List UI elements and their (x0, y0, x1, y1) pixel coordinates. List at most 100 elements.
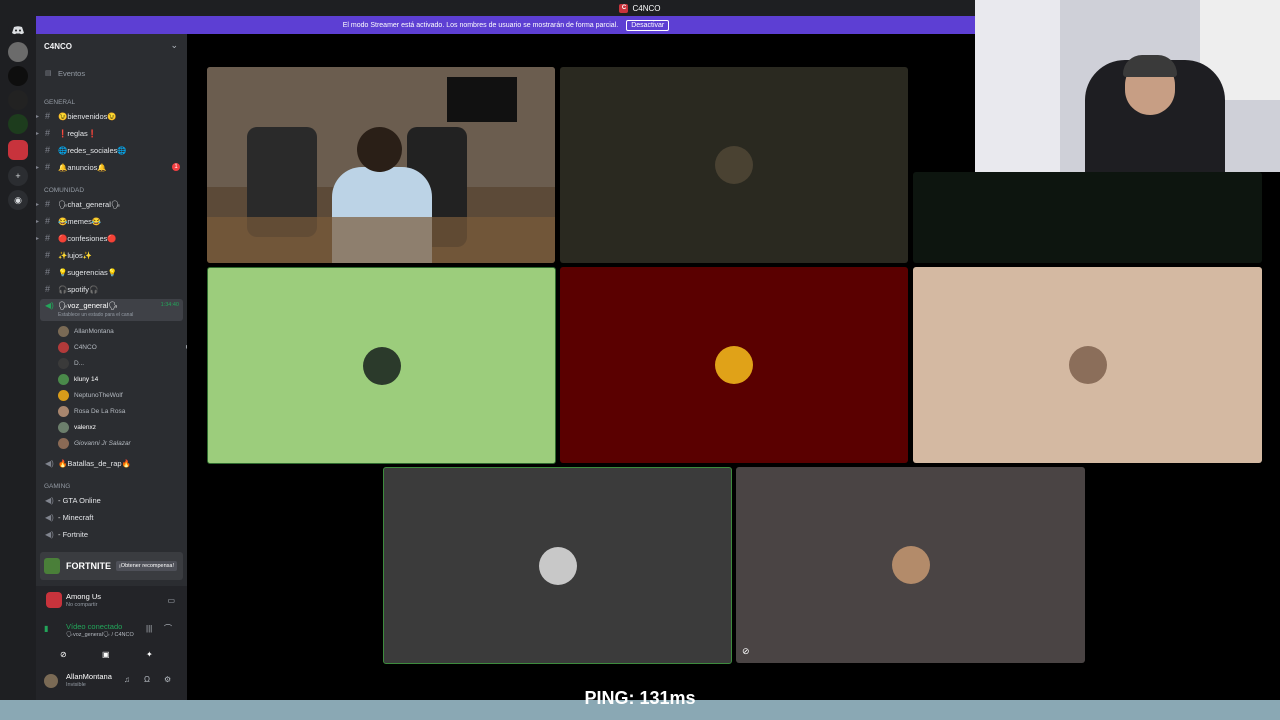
avatar (538, 546, 577, 585)
server-icon[interactable] (8, 90, 28, 110)
claim-reward-button[interactable]: ¡Obtener recompensa! (115, 561, 177, 571)
streamer-webcam-overlay (975, 0, 1280, 172)
screen-share-icon[interactable]: ▣ (102, 650, 110, 659)
activities-icon[interactable]: ✦ (146, 650, 153, 659)
events-item[interactable]: ▤ Eventos (36, 66, 187, 80)
channel-label: 🌐redes_sociales🌐 (58, 145, 127, 155)
channel-item[interactable]: ▸ # 😂memes😂 (36, 214, 187, 228)
avatar (58, 341, 69, 353)
voice-user[interactable]: NeptunoTheWolf (58, 388, 178, 402)
channel-item[interactable]: # 💡sugerencias💡 (36, 265, 187, 279)
headphones-icon[interactable]: Ω (144, 675, 150, 684)
video-tile-camera[interactable] (207, 67, 555, 263)
channel-item[interactable]: # 🎧spotify🎧 (36, 282, 187, 296)
category-label: GENERAL (44, 98, 76, 106)
noise-suppression-icon[interactable]: ||| (146, 624, 152, 633)
voice-channel[interactable]: ◀) - GTA Online (36, 493, 187, 507)
streamer-mode-text: El modo Streamer está activado. Los nomb… (342, 21, 619, 29)
gear-icon[interactable]: ⚙ (164, 675, 171, 684)
voice-user-name: C4NCO (74, 343, 97, 351)
promo-title: FORTNITE (66, 561, 111, 571)
voice-user[interactable]: D... (58, 356, 178, 370)
voice-channel[interactable]: ◀) 🔥Batallas_de_rap🔥 (36, 456, 187, 470)
category-comunidad[interactable]: COMUNIDAD (36, 183, 187, 197)
channel-item[interactable]: ▸ # ❗reglas❗ (36, 126, 187, 140)
avatar[interactable] (44, 674, 58, 688)
signal-icon[interactable]: ▮ (44, 624, 48, 633)
hashtag-icon: # (45, 216, 51, 226)
person-head (357, 127, 402, 172)
server-icon[interactable] (8, 42, 28, 62)
hashtag-icon: # (45, 199, 51, 209)
ping-overlay: PING: 131ms (584, 688, 696, 708)
video-tile-speaking[interactable] (207, 267, 556, 464)
voice-channel-label: 🗣voz_general🗣 (58, 301, 118, 310)
server-rail: + ◉ (0, 16, 36, 700)
microphone-icon[interactable]: ♫ (124, 675, 130, 684)
add-server-icon[interactable]: + (8, 166, 28, 186)
channel-label: 💡sugerencias💡 (58, 267, 118, 277)
voice-user[interactable]: Rosa De La Rosa (58, 404, 178, 418)
channel-label: 🔴confesiones🔴 (58, 233, 117, 243)
voice-user-name: D... (74, 359, 85, 367)
video-tile[interactable] (913, 267, 1262, 463)
category-label: GAMING (44, 482, 71, 490)
channel-item[interactable]: ▸ # 🗣chat_general🗣 (36, 197, 187, 211)
chevron-right-icon: ▸ (36, 164, 40, 171)
category-label: COMUNIDAD (44, 186, 85, 194)
events-label: Eventos (58, 68, 86, 78)
discord-home-icon[interactable] (8, 20, 28, 40)
video-tile[interactable] (913, 172, 1262, 263)
server-icon-active[interactable] (8, 140, 28, 160)
chevron-right-icon: ▸ (36, 218, 40, 225)
voice-user[interactable]: valenxz (58, 420, 178, 434)
disable-streamer-mode-button[interactable]: Desactivar (626, 19, 670, 31)
server-icon[interactable] (8, 114, 28, 134)
voice-status-title: Vídeo conectado (66, 622, 123, 631)
activity-game: Among Us (66, 592, 102, 601)
category-general[interactable]: GENERAL (36, 95, 187, 109)
set-channel-status[interactable]: Establece un estado para el canal (58, 312, 133, 318)
hashtag-icon: # (45, 233, 51, 243)
channel-item[interactable]: # 🌐redes_sociales🌐 (36, 143, 187, 157)
window-title: C4NCO (632, 3, 661, 13)
channel-item[interactable]: # ✨lujos✨ (36, 248, 187, 262)
video-tile[interactable]: ⊘ (736, 467, 1085, 663)
channel-label: ✨lujos✨ (58, 250, 93, 260)
server-name[interactable]: C4NCO (44, 42, 72, 51)
channel-item[interactable]: ▸ # 🔔anuncios🔔 1 (36, 160, 187, 174)
disconnect-icon[interactable]: ⌒ (164, 623, 172, 634)
camera-icon: ■ (186, 344, 187, 351)
channel-item[interactable]: ▸ # 😉bienvenidos😉 (36, 109, 187, 123)
voice-channel[interactable]: ◀) - Minecraft (36, 510, 187, 524)
speaker-icon: ◀) (45, 529, 54, 539)
avatar (58, 405, 69, 417)
video-tile[interactable] (560, 67, 908, 263)
video-tile[interactable] (560, 267, 908, 463)
screen-share-icon[interactable]: ▭ (167, 596, 175, 605)
voice-user[interactable]: C4NCO ■ (58, 340, 187, 354)
video-tile-speaking[interactable] (383, 467, 732, 664)
hashtag-icon: # (45, 162, 51, 172)
voice-user[interactable]: kluny 14 (58, 372, 178, 386)
explore-icon[interactable]: ◉ (8, 190, 28, 210)
avatar (715, 146, 753, 184)
camera-off-icon[interactable]: ⊘ (60, 650, 67, 659)
streamer-mode-banner: El modo Streamer está activado. Los nomb… (36, 16, 976, 34)
avatar (58, 389, 69, 401)
channel-item[interactable]: ▸ # 🔴confesiones🔴 (36, 231, 187, 245)
voice-channel-active[interactable]: ◀) 🗣voz_general🗣 1:34:40 Establece un es… (40, 299, 183, 321)
voice-user[interactable]: Giovanni Jr Salazar (58, 436, 178, 450)
promo-banner[interactable]: FORTNITE ¡Obtener recompensa! (40, 552, 183, 580)
avatar (362, 346, 401, 385)
game-logo-icon (44, 558, 60, 574)
muted-icon: ⊘ (742, 646, 750, 656)
voice-user-name: Giovanni Jr Salazar (74, 439, 131, 447)
voice-channel[interactable]: ◀) - Fortnite (36, 527, 187, 541)
category-gaming[interactable]: GAMING (36, 479, 187, 493)
speaker-icon: ◀) (45, 512, 54, 522)
voice-user[interactable]: AllanMontana (58, 324, 178, 338)
server-icon[interactable] (8, 66, 28, 86)
chevron-down-icon[interactable]: ⌄ (170, 40, 178, 51)
voice-status-channel[interactable]: 🗣voz_general🗣 / C4NCO (66, 632, 134, 638)
